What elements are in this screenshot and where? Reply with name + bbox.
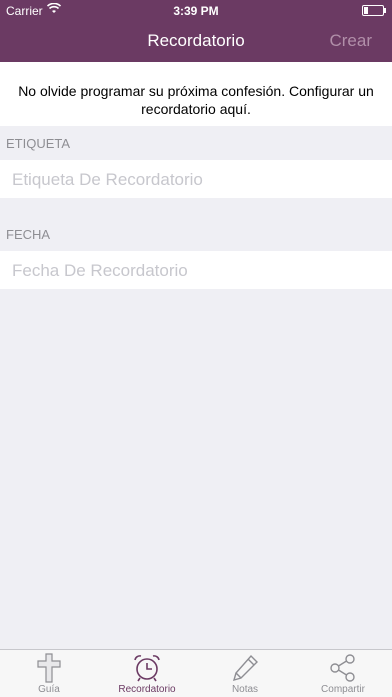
label-section-header: ETIQUETA [6, 136, 71, 151]
cross-icon [0, 653, 98, 683]
share-icon [294, 653, 392, 683]
tab-guia-label: Guía [38, 684, 60, 695]
date-section-header: FECHA [6, 227, 51, 242]
label-field [0, 160, 392, 200]
status-bar: Carrier 3:39 PM [0, 0, 392, 20]
create-button[interactable]: Crear [329, 31, 372, 51]
reminder-message: No olvide programar su próxima confesión… [18, 83, 374, 117]
tab-notas[interactable]: Notas [196, 650, 294, 697]
tab-bar: Guía Recordatorio Notas Compartir [0, 649, 392, 697]
status-time: 3:39 PM [173, 4, 219, 18]
date-field [0, 251, 392, 291]
battery-icon [362, 5, 386, 16]
tab-recordatorio[interactable]: Recordatorio [98, 650, 196, 697]
alarm-clock-icon [98, 653, 196, 683]
tab-recordatorio-label: Recordatorio [118, 684, 176, 695]
date-input[interactable] [10, 251, 384, 291]
pencil-icon [196, 653, 294, 683]
tab-compartir-label: Compartir [321, 684, 365, 695]
tab-compartir[interactable]: Compartir [294, 650, 392, 697]
tab-guia[interactable]: Guía [0, 650, 98, 697]
nav-bar: Carrier 3:39 PM Recordatorio Crear [0, 0, 392, 62]
tab-notas-label: Notas [231, 684, 259, 695]
label-input[interactable] [10, 160, 384, 200]
